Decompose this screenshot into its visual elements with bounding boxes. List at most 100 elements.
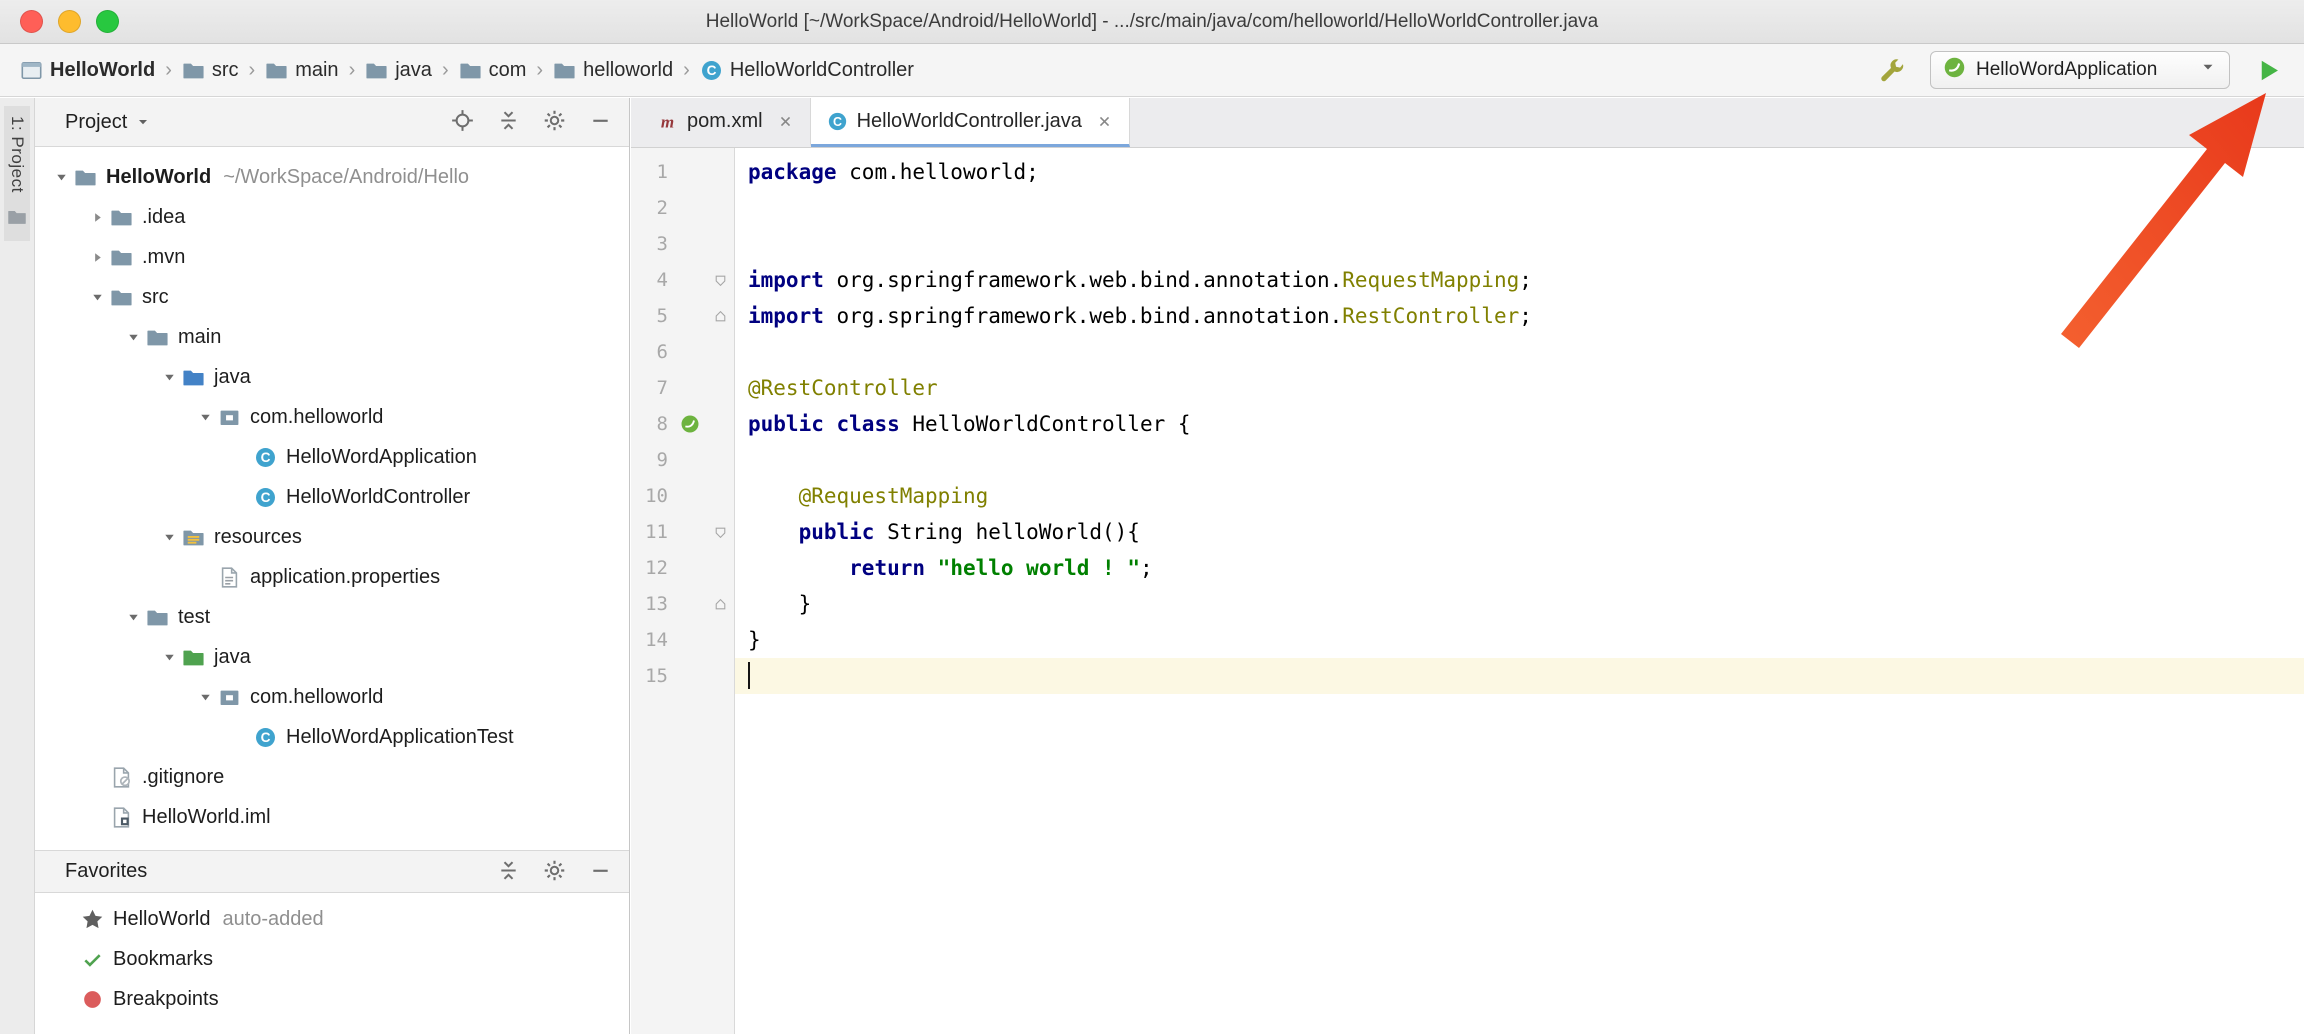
project-tree-item[interactable]: com.helloworld	[35, 677, 629, 717]
tab-close-button[interactable]	[777, 113, 794, 130]
chevron-down-icon[interactable]	[156, 644, 182, 670]
project-tree-item[interactable]: C HelloWorldController	[35, 477, 629, 517]
favorites-item[interactable]: Breakpoints	[35, 979, 629, 1019]
project-title-dropdown[interactable]	[135, 114, 151, 130]
favorites-item[interactable]: HelloWorld auto-added	[35, 899, 629, 939]
project-tree-item[interactable]: resources	[35, 517, 629, 557]
project-tree-item[interactable]: .idea	[35, 197, 629, 237]
code-text: return "hello world ! ";	[849, 556, 1153, 580]
code-line[interactable]: 10 @RequestMapping	[631, 478, 2304, 514]
code-line[interactable]: 4 import org.springframework.web.bind.ann…	[631, 262, 2304, 298]
close-icon	[777, 113, 794, 130]
line-number: 7	[656, 377, 668, 399]
code-text: }	[748, 592, 812, 616]
chevron-down-icon[interactable]	[120, 324, 146, 350]
run-button[interactable]	[2252, 54, 2284, 86]
code-line[interactable]: 1 package com.helloworld;	[631, 154, 2304, 190]
code-line[interactable]: 13 }	[631, 586, 2304, 622]
project-minimize-button[interactable]	[585, 106, 615, 136]
code-text: }	[748, 628, 761, 652]
project-tree-item[interactable]: HelloWorld ~/WorkSpace/Android/Hello	[35, 157, 629, 197]
code-line[interactable]: 7 @RestController	[631, 370, 2304, 406]
project-tree-item[interactable]: main	[35, 317, 629, 357]
breadcrumb-item[interactable]: java	[365, 59, 432, 82]
project-tree-item[interactable]: C HelloWordApplicationTest	[35, 717, 629, 757]
project-panel-title[interactable]: Project	[65, 111, 127, 134]
chevron-down-icon[interactable]	[192, 404, 218, 430]
code-line[interactable]: 11 public String helloWorld(){	[631, 514, 2304, 550]
favorites-list: HelloWorld auto-added Bookmarks Breakpoints	[35, 894, 629, 1019]
chevron-down-icon[interactable]	[48, 164, 74, 190]
line-number: 14	[645, 629, 668, 651]
chevron-right-icon[interactable]	[84, 204, 110, 230]
run-config-dropdown[interactable]	[2199, 58, 2217, 82]
code-line[interactable]: 2	[631, 190, 2304, 226]
build-button[interactable]	[1876, 54, 1908, 86]
project-tree-item[interactable]: test	[35, 597, 629, 637]
code-line[interactable]: 3	[631, 226, 2304, 262]
favorites-header-actions	[477, 855, 615, 888]
tree-item-label: application.properties	[250, 565, 441, 588]
fold-marker-icon[interactable]	[705, 262, 735, 298]
editor-tab[interactable]: m pom.xml	[641, 98, 811, 147]
code-text: package com.helloworld;	[748, 160, 1039, 184]
gutter-slot	[675, 154, 705, 190]
favorites-panel-title: Favorites	[65, 860, 148, 882]
arrow-spacer	[192, 564, 218, 590]
breadcrumb-item[interactable]: helloworld	[553, 59, 673, 82]
fold-slot	[705, 154, 735, 190]
code-line[interactable]: 15	[631, 658, 2304, 694]
project-tree-item[interactable]: java	[35, 637, 629, 677]
project-collapse-all-button[interactable]	[493, 106, 523, 136]
project-tree-item[interactable]: java	[35, 357, 629, 397]
chevron-down-icon[interactable]	[192, 684, 218, 710]
project-tree-item[interactable]: .mvn	[35, 237, 629, 277]
code-line[interactable]: 14}	[631, 622, 2304, 658]
favorites-item-label: Breakpoints	[113, 987, 219, 1010]
chevron-down-icon[interactable]	[156, 364, 182, 390]
fold-marker-icon[interactable]	[705, 514, 735, 550]
chevron-down-icon[interactable]	[120, 604, 146, 630]
breadcrumb-label: main	[295, 58, 339, 81]
editor-tab[interactable]: C HelloWorldController.java	[810, 98, 1130, 147]
stripe-project-button[interactable]: 1: Project	[4, 106, 30, 241]
code-line[interactable]: 5 import org.springframework.web.bind.ann…	[631, 298, 2304, 334]
favorites-gear-button[interactable]	[539, 855, 569, 885]
project-tree-item[interactable]: .gitignore	[35, 757, 629, 797]
favorites-item[interactable]: Bookmarks	[35, 939, 629, 979]
tab-close-button[interactable]	[1096, 113, 1113, 130]
chevron-down-icon[interactable]	[156, 524, 182, 550]
code-line[interactable]: 12 return "hello world ! ";	[631, 550, 2304, 586]
text-caret	[748, 662, 750, 689]
editor-body[interactable]: 1 package com.helloworld; 2 3 4 import org.sp…	[631, 148, 2304, 1034]
code-line[interactable]: 6	[631, 334, 2304, 370]
gutter-run-marker[interactable]	[675, 406, 705, 442]
favorites-minimize-button[interactable]	[585, 855, 615, 885]
fold-slot	[705, 478, 735, 514]
project-locate-button[interactable]	[447, 106, 477, 136]
breadcrumb-item[interactable]: HelloWorld	[20, 59, 155, 82]
project-tree-item[interactable]: C HelloWordApplication	[35, 437, 629, 477]
editor-tab-bar: m pom.xml C HelloWorldController.java	[631, 98, 2304, 148]
breadcrumb-item[interactable]: main	[265, 58, 339, 82]
project-tree-item[interactable]: src	[35, 277, 629, 317]
code-area: 1 package com.helloworld; 2 3 4 import org.sp…	[631, 148, 2304, 694]
fold-marker-icon[interactable]	[705, 586, 735, 622]
favorites-collapse-all-button[interactable]	[493, 855, 523, 885]
project-tree-item[interactable]: application.properties	[35, 557, 629, 597]
chevron-down-icon[interactable]	[84, 284, 110, 310]
breadcrumb-item[interactable]: C HelloWorldController	[700, 59, 914, 82]
run-config-select[interactable]: HelloWordApplication	[1930, 51, 2230, 89]
code-line[interactable]: 8 public class HelloWorldController {	[631, 406, 2304, 442]
project-tree-item[interactable]: HelloWorld.iml	[35, 797, 629, 837]
breadcrumb-item[interactable]: src	[182, 59, 239, 82]
fold-marker-icon[interactable]	[705, 298, 735, 334]
file-iml-icon	[110, 806, 133, 829]
project-gear-button[interactable]	[539, 106, 569, 136]
project-tree-item[interactable]: com.helloworld	[35, 397, 629, 437]
breadcrumb-item[interactable]: com	[459, 59, 526, 82]
line-number: 10	[645, 485, 668, 507]
chevron-right-icon[interactable]	[84, 244, 110, 270]
code-line[interactable]: 9	[631, 442, 2304, 478]
